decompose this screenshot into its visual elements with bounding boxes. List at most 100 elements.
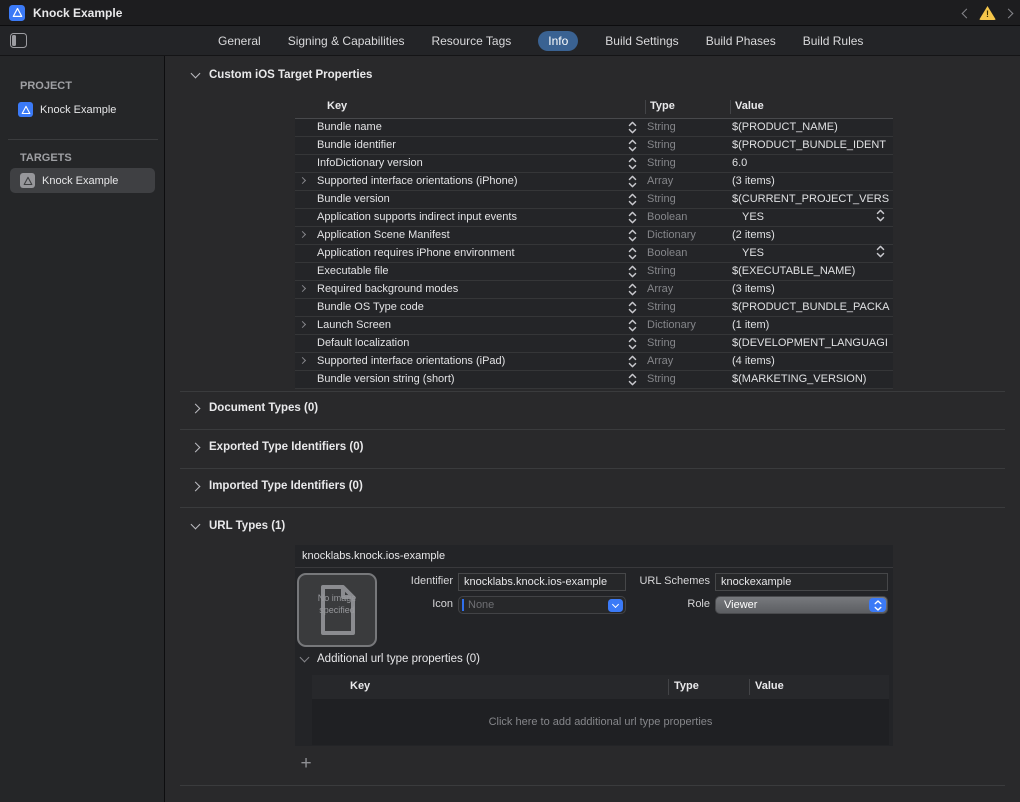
additional-properties-table: Key Type Value Click here to add additio…	[312, 675, 889, 745]
property-type: String	[647, 191, 725, 208]
sidebar-item-project[interactable]: Knock Example	[18, 102, 116, 117]
warning-triangle-icon[interactable]: !	[979, 6, 996, 20]
key-stepper-icon[interactable]	[628, 247, 637, 260]
property-key: Bundle name	[317, 119, 618, 136]
property-row[interactable]: Bundle name String $(PRODUCT_NAME)	[295, 119, 893, 137]
url-schemes-input[interactable]	[715, 573, 888, 591]
target-icon	[20, 173, 35, 188]
additional-properties-header: Key Type Value	[312, 675, 889, 699]
property-value: $(DEVELOPMENT_LANGUAGI	[732, 335, 891, 352]
section-divider	[180, 391, 1005, 392]
url-type-item-title: knocklabs.knock.ios-example	[302, 550, 445, 562]
key-stepper-icon[interactable]	[628, 211, 637, 224]
property-row[interactable]: Required background modes Array (3 items…	[295, 281, 893, 299]
title-bar: Knock Example !	[0, 0, 1020, 26]
disclosure-icon[interactable]	[299, 231, 306, 238]
sidebar-toggle-icon[interactable]	[10, 33, 27, 48]
property-row[interactable]: Launch Screen Dictionary (1 item)	[295, 317, 893, 335]
navigation-controls: !	[963, 0, 1012, 26]
tab-general[interactable]: General	[218, 34, 261, 48]
window-title: Knock Example	[33, 6, 122, 20]
disclosure-icon[interactable]	[299, 321, 306, 328]
property-row[interactable]: Application supports indirect input even…	[295, 209, 893, 227]
key-stepper-icon[interactable]	[628, 355, 637, 368]
section-additional-url-type-properties[interactable]: Additional url type properties (0)	[301, 653, 480, 665]
property-row[interactable]: Application requires iPhone environment …	[295, 245, 893, 263]
tab-build-rules[interactable]: Build Rules	[803, 34, 864, 48]
key-stepper-icon[interactable]	[628, 139, 637, 152]
property-row[interactable]: Bundle version string (short) String $(M…	[295, 371, 893, 389]
property-key: Supported interface orientations (iPad)	[317, 353, 618, 370]
project-sidebar: PROJECT Knock Example TARGETS Knock Exam…	[0, 56, 165, 802]
property-key: Default localization	[317, 335, 618, 352]
section-imported-type-identifiers[interactable]: Imported Type Identifiers (0)	[192, 480, 363, 492]
key-stepper-icon[interactable]	[628, 157, 637, 170]
value-stepper[interactable]	[876, 209, 885, 222]
properties-table-header: Key Type Value	[295, 96, 893, 119]
property-row[interactable]: Supported interface orientations (iPhone…	[295, 173, 893, 191]
section-document-types[interactable]: Document Types (0)	[192, 402, 318, 414]
key-stepper-icon[interactable]	[628, 337, 637, 350]
forward-icon[interactable]	[1004, 8, 1014, 18]
property-type: String	[647, 335, 725, 352]
tab-build-settings[interactable]: Build Settings	[605, 34, 678, 48]
key-stepper-icon[interactable]	[628, 175, 637, 188]
property-value: $(MARKETING_VERSION)	[732, 371, 891, 388]
key-stepper-icon[interactable]	[628, 193, 637, 206]
section-custom-ios-target-properties[interactable]: Custom iOS Target Properties	[192, 69, 372, 81]
tab-signing-capabilities[interactable]: Signing & Capabilities	[288, 34, 405, 48]
key-stepper-icon[interactable]	[628, 319, 637, 332]
property-row[interactable]: Default localization String $(DEVELOPMEN…	[295, 335, 893, 353]
column-separator	[749, 679, 750, 695]
property-row[interactable]: Bundle OS Type code String $(PRODUCT_BUN…	[295, 299, 893, 317]
section-divider	[180, 507, 1005, 508]
popup-stepper-icon	[869, 598, 886, 612]
key-stepper-icon[interactable]	[628, 301, 637, 314]
property-row[interactable]: Bundle identifier String $(PRODUCT_BUNDL…	[295, 137, 893, 155]
add-additional-properties-row[interactable]: Click here to add additional url type pr…	[312, 699, 889, 745]
key-stepper-icon[interactable]	[628, 229, 637, 242]
key-stepper-icon[interactable]	[628, 283, 637, 296]
property-key: Launch Screen	[317, 317, 618, 334]
add-url-type-button[interactable]: +	[297, 756, 315, 774]
info-pane: Custom iOS Target Properties Key Type Va…	[166, 56, 1020, 802]
icon-combobox[interactable]: None	[458, 596, 626, 614]
back-icon[interactable]	[962, 8, 972, 18]
property-row[interactable]: Bundle version String $(CURRENT_PROJECT_…	[295, 191, 893, 209]
sidebar-item-target[interactable]: Knock Example	[10, 168, 155, 193]
property-value: $(CURRENT_PROJECT_VERS	[732, 191, 891, 208]
disclosure-icon[interactable]	[299, 357, 306, 364]
disclosure-icon[interactable]	[299, 285, 306, 292]
property-row[interactable]: Application Scene Manifest Dictionary (2…	[295, 227, 893, 245]
column-type: Type	[650, 100, 675, 112]
tab-info[interactable]: Info	[538, 31, 578, 51]
property-value: YES	[742, 245, 891, 262]
property-type: Boolean	[647, 245, 725, 262]
section-url-types[interactable]: URL Types (1)	[192, 520, 285, 532]
project-icon	[18, 102, 33, 117]
column-key: Key	[327, 100, 347, 112]
tab-resource-tags[interactable]: Resource Tags	[431, 34, 511, 48]
property-value: YES	[742, 209, 891, 226]
key-stepper-icon[interactable]	[628, 121, 637, 134]
column-value: Value	[755, 680, 784, 692]
add-additional-properties-label: Click here to add additional url type pr…	[489, 716, 713, 728]
value-stepper[interactable]	[876, 245, 885, 258]
property-value: (3 items)	[732, 281, 891, 298]
icon-combobox-value: None	[468, 599, 494, 611]
tab-build-phases[interactable]: Build Phases	[706, 34, 776, 48]
property-key: Required background modes	[317, 281, 618, 298]
role-popup[interactable]: Viewer	[715, 596, 888, 614]
key-stepper-icon[interactable]	[628, 373, 637, 386]
property-row[interactable]: Executable file String $(EXECUTABLE_NAME…	[295, 263, 893, 281]
property-key: Application Scene Manifest	[317, 227, 618, 244]
property-row[interactable]: Supported interface orientations (iPad) …	[295, 353, 893, 371]
property-key: Bundle version	[317, 191, 618, 208]
property-row[interactable]: InfoDictionary version String 6.0	[295, 155, 893, 173]
property-type: Array	[647, 353, 725, 370]
property-value: 6.0	[732, 155, 891, 172]
identifier-input[interactable]	[458, 573, 626, 591]
section-exported-type-identifiers[interactable]: Exported Type Identifiers (0)	[192, 441, 363, 453]
key-stepper-icon[interactable]	[628, 265, 637, 278]
disclosure-icon[interactable]	[299, 177, 306, 184]
